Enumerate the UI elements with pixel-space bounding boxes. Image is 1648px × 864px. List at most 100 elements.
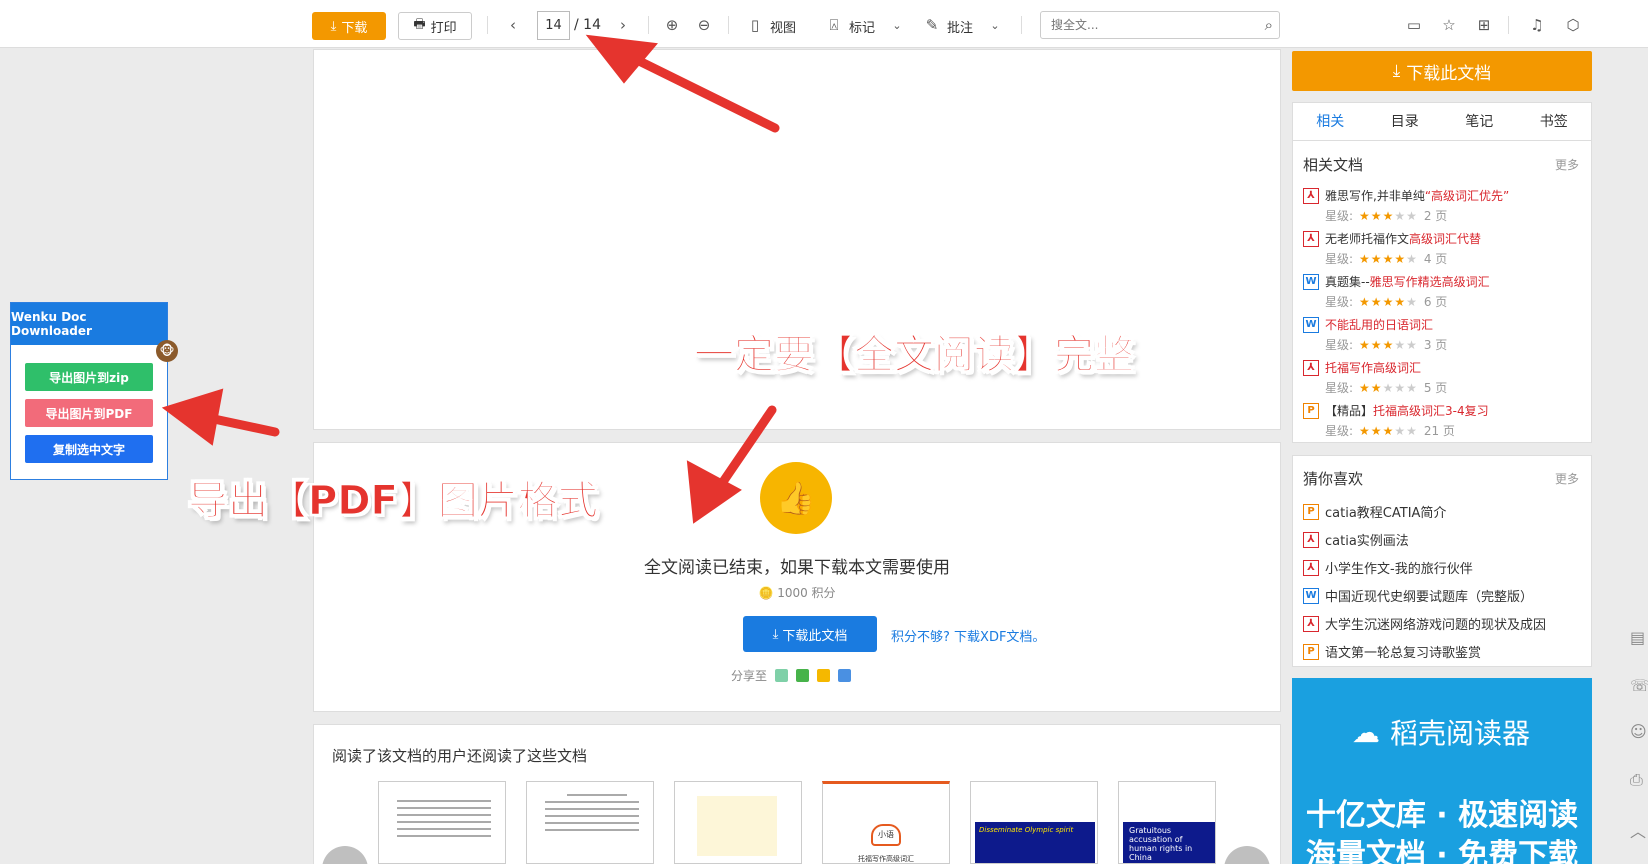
download-document-button[interactable]: ⤓ 下载此文档 [743, 616, 877, 652]
print-button[interactable]: 🖶 打印 [398, 12, 472, 40]
thumb-line [397, 800, 491, 802]
add-file-icon[interactable]: ⊞ [1473, 14, 1495, 36]
search-box: ⌕ [1040, 11, 1280, 39]
mark-icon[interactable]: ⍓ [823, 14, 845, 36]
recommend-thumb[interactable]: 小语 托福写作高级词汇 [822, 781, 950, 864]
ad-banner[interactable]: ☁ 稻壳阅读器 十亿文库 · 极速阅读 海量文档 · 免费下载 [1292, 678, 1592, 864]
bell-icon[interactable]: ♫ [1526, 14, 1548, 36]
shield-icon[interactable]: ⬡ [1562, 14, 1584, 36]
copy-text-button[interactable]: 复制选中文字 [25, 435, 153, 463]
guess-item[interactable]: ⅄ 小学生作文-我的旅行伙伴 [1303, 558, 1473, 577]
related-item[interactable]: ⅄ 无老师托福作文 高级词汇代替 星级: ★★★★★ 4 页 [1303, 230, 1583, 267]
related-item[interactable]: W 真题集-- 雅思写作精选高级词汇 星级: ★★★★★ 6 页 [1303, 273, 1583, 310]
zoom-out-icon[interactable]: ⊖ [693, 14, 715, 36]
thumb-line [397, 807, 491, 809]
guess-item[interactable]: W 中国近现代史纲要试题库（完整版） [1303, 586, 1533, 605]
service-icon[interactable]: ☏ [1630, 676, 1648, 696]
ad-line-1: 十亿文库 · 极速阅读 [1305, 798, 1579, 833]
thumb-logo: 小语 [871, 824, 901, 846]
monkey-icon[interactable]: 🐵 [156, 340, 178, 362]
star-icon[interactable]: ☆ [1438, 14, 1460, 36]
thumb-slide: Gratuitous accusation of human rights in… [1123, 822, 1215, 863]
word-file-icon: W [1303, 273, 1319, 290]
download-document-label: 下载此文档 [782, 628, 848, 644]
related-item[interactable]: ⅄ 托福写作高级词汇 星级: ★★★★★ 5 页 [1303, 359, 1583, 396]
recommend-thumb[interactable] [674, 781, 802, 864]
page-total: / 14 [574, 17, 601, 33]
share-wechat-icon[interactable] [796, 669, 810, 682]
download-xdf-link[interactable]: 积分不够? 下载XDF文档。 [891, 626, 1045, 645]
sidebar-download-button[interactable]: ⤓ 下载此文档 [1292, 51, 1592, 91]
pdf-file-icon: ⅄ [1303, 559, 1319, 576]
ppt-file-icon: P [1303, 402, 1319, 419]
tab-notes[interactable]: 笔记 [1442, 103, 1517, 140]
guess-item-name: catia实例画法 [1325, 534, 1409, 549]
related-more-link[interactable]: 更多 [1555, 156, 1579, 173]
thumb-line [545, 801, 639, 803]
guess-panel: 猜你喜欢 更多 Pcatia教程CATIA简介 ⅄ catia实例画法 ⅄ 小学生作… [1292, 455, 1592, 667]
related-item[interactable]: P 【精品】 托福高级词汇3-4复习 星级: ★★★★★ 21 页 [1303, 402, 1583, 439]
tab-related[interactable]: 相关 [1293, 103, 1368, 140]
zoom-in-icon[interactable]: ⊕ [661, 14, 683, 36]
search-input[interactable] [1041, 12, 1241, 38]
recommend-thumb[interactable]: Disseminate Olympic spirit [970, 781, 1098, 864]
chat-icon[interactable]: ☺ [1630, 722, 1648, 742]
points-value: 1000 积分 [777, 586, 836, 600]
annotate-label[interactable]: 批注 [947, 17, 973, 36]
guess-item[interactable]: Pcatia教程CATIA简介 [1303, 502, 1446, 521]
mark-label[interactable]: 标记 [849, 17, 875, 36]
guess-item-name: catia教程CATIA简介 [1325, 506, 1447, 521]
tab-bookmarks[interactable]: 书签 [1517, 103, 1592, 140]
share-qzone-icon[interactable] [817, 669, 831, 682]
feedback-icon[interactable]: ▤ [1630, 628, 1648, 648]
pdf-file-icon: ⅄ [1303, 230, 1319, 247]
related-item-prefix: 无老师托福作文 [1325, 232, 1410, 246]
ppt-file-icon: P [1303, 503, 1319, 520]
view-icon[interactable]: ▯ [744, 14, 766, 36]
toolbar-divider [1508, 16, 1509, 34]
share-doc-icon[interactable] [775, 669, 789, 682]
page-number-input[interactable]: 14 [537, 11, 570, 40]
guess-more-link[interactable]: 更多 [1555, 470, 1579, 487]
back-to-top-icon[interactable]: ︿ [1630, 818, 1648, 841]
chevron-down-icon[interactable]: ⌄ [886, 14, 908, 36]
guess-item-name: 中国近现代史纲要试题库（完整版） [1325, 590, 1534, 605]
related-item[interactable]: W 不能乱用的日语词汇 星级: ★★★★★ 3 页 [1303, 316, 1583, 353]
guess-item[interactable]: ⅄ 大学生沉迷网络游戏问题的现状及成因 [1303, 614, 1546, 633]
cloud-logo-icon: ☁ [1352, 715, 1380, 749]
prev-page-icon[interactable]: ‹ [502, 14, 524, 36]
recommend-thumb[interactable] [378, 781, 506, 864]
recommend-thumb[interactable]: Gratuitous accusation of human rights in… [1118, 781, 1216, 864]
view-label[interactable]: 视图 [770, 17, 796, 36]
next-page-icon[interactable]: › [612, 14, 634, 36]
share-more-icon[interactable] [838, 669, 852, 682]
rating-label: 星级: [1325, 381, 1354, 395]
page-count: 3 页 [1423, 338, 1448, 352]
related-item[interactable]: ⅄ 雅思写作,并非单纯 “高级词汇优先” 星级: ★★★★★ 2 页 [1303, 187, 1583, 224]
download-button[interactable]: ⤓ 下载 [312, 12, 386, 40]
chevron-down-icon[interactable]: ⌄ [984, 14, 1006, 36]
export-zip-button[interactable]: 导出图片到zip [25, 363, 153, 391]
related-item-highlight: “高级词汇优先” [1424, 189, 1510, 203]
recommend-thumb[interactable] [526, 781, 654, 864]
related-item-highlight: 高级词汇代替 [1409, 232, 1482, 246]
guess-item[interactable]: P 语文第一轮总复习诗歌鉴赏 [1303, 642, 1481, 661]
related-item-prefix: 【精品】 [1325, 404, 1374, 418]
rating-stars: ★★★★★ [1359, 380, 1418, 395]
thumb-line [397, 821, 491, 823]
pdf-file-icon: ⅄ [1303, 359, 1319, 376]
related-item-highlight: 托福写作高级词汇 [1325, 361, 1422, 375]
guess-item[interactable]: ⅄ catia实例画法 [1303, 530, 1409, 549]
thumb-line [397, 835, 491, 837]
tab-toc[interactable]: 目录 [1368, 103, 1443, 140]
search-icon[interactable]: ⌕ [1265, 16, 1273, 34]
related-item-prefix: 真题集-- [1325, 275, 1370, 289]
pen-icon[interactable]: ✎ [921, 14, 943, 36]
print-side-icon[interactable]: ⎙ [1630, 770, 1648, 790]
page-count: 6 页 [1423, 295, 1448, 309]
guess-item-name: 语文第一轮总复习诗歌鉴赏 [1325, 646, 1482, 661]
thumb-line [545, 829, 639, 831]
thumbs-up-icon: 👍 [760, 462, 832, 534]
export-pdf-button[interactable]: 导出图片到PDF [25, 399, 153, 427]
save-icon[interactable]: ▭ [1403, 14, 1425, 36]
